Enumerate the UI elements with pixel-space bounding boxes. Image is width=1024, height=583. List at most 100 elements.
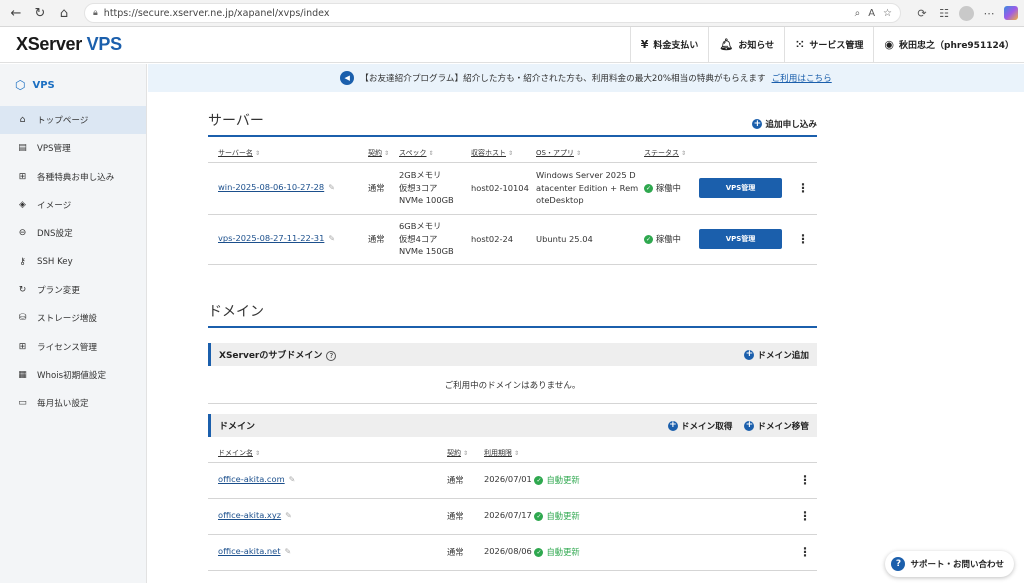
question-icon: ?	[891, 557, 906, 571]
vps-manage-button[interactable]: VPS管理	[699, 178, 782, 198]
sidebar-item-vps[interactable]: ▤ VPS管理	[0, 134, 146, 162]
col-domain-contract[interactable]: 契約 ⇕	[447, 437, 484, 463]
back-icon[interactable]: ←	[6, 3, 26, 23]
plus-icon: +	[744, 420, 755, 431]
col-expiry[interactable]: 利用期限 ⇕	[484, 437, 793, 463]
check-icon: ✓	[534, 476, 544, 486]
edit-icon[interactable]: ✎	[285, 547, 292, 556]
address-bar[interactable]: 🔒︎ https://secure.xserver.ne.jp/xapanel/…	[84, 3, 901, 23]
globe-icon: ⊖	[18, 228, 27, 239]
megaphone-icon: ◀	[340, 71, 355, 85]
edit-icon[interactable]: ✎	[289, 475, 296, 484]
servers-header: サーバー + 追加申し込み	[208, 111, 817, 137]
sidebar-item-benefits[interactable]: ⊞ 各種特典お申し込み	[0, 163, 146, 191]
domain-name-link[interactable]: office-akita.com	[218, 474, 285, 484]
referral-link[interactable]: ご利用はこちら	[772, 72, 832, 84]
read-aloud-icon[interactable]: A	[868, 8, 875, 19]
more-menu-icon[interactable]: ⋮	[793, 534, 817, 571]
server-name-link[interactable]: vps-2025-08-27-11-22-31	[218, 233, 324, 243]
reload-icon[interactable]: ↻	[30, 3, 50, 23]
url-text: https://secure.xserver.ne.jp/xapanel/xvp…	[103, 7, 330, 19]
user-menu[interactable]: ◉ 秋田忠之（phre951124）	[873, 26, 1024, 63]
table-row: win-2025-08-06-10-27-28 ✎ 通常 2GBメモリ 仮想3コア N…	[208, 162, 817, 215]
layers-icon: ◈	[19, 200, 26, 211]
plus-icon: +	[744, 349, 755, 360]
sidebar-item-license[interactable]: ⊞ ライセンス管理	[0, 332, 146, 360]
sidebar-title: ⬡ VPS	[15, 78, 55, 92]
col-status[interactable]: ステータス ⇕	[644, 137, 699, 163]
more-menu-icon[interactable]: ⋮	[793, 462, 817, 499]
more-menu-icon[interactable]: ⋮	[789, 214, 817, 265]
services-link[interactable]: ⁙ サービス管理	[784, 26, 873, 63]
sidebar-item-storage[interactable]: ⛁ ストレージ増設	[0, 304, 146, 332]
key-icon: ⚷	[19, 256, 26, 267]
servers-title: サーバー	[208, 113, 264, 129]
subdomain-header: XServerのサブドメイン? + ドメイン追加	[208, 343, 817, 366]
user-icon: ◉	[884, 38, 895, 51]
col-spec[interactable]: スペック ⇕	[399, 137, 471, 163]
domain-name-link[interactable]: office-akita.xyz	[218, 510, 281, 520]
check-icon: ✓	[644, 235, 653, 245]
favorite-icon[interactable]: ☆	[883, 8, 892, 19]
col-contract[interactable]: 契約 ⇕	[368, 137, 399, 163]
collections-icon[interactable]: ☷	[937, 7, 951, 20]
billing-link[interactable]: ¥ 料金支払い	[629, 26, 709, 63]
edit-icon[interactable]: ✎	[328, 234, 335, 243]
sidebar-item-monthly[interactable]: ▭ 毎月払い設定	[0, 389, 146, 417]
vps-manage-button[interactable]: VPS管理	[699, 229, 782, 249]
transfer-domain-button[interactable]: + ドメイン移管	[744, 420, 809, 432]
add-server-button[interactable]: + 追加申し込み	[752, 118, 817, 130]
server-name-link[interactable]: win-2025-08-06-10-27-28	[218, 182, 324, 192]
sidebar-item-plan[interactable]: ↻ プラン変更	[0, 276, 146, 304]
domains-section: ドメイン XServerのサブドメイン? + ドメイン追加 ご利用中のドメインはあ…	[208, 302, 817, 571]
col-os[interactable]: OS・アプリ ⇕	[536, 137, 644, 163]
table-row: office-akita.com ✎ 通常 2026/07/01 ✓ 自動更新 ⋮	[208, 462, 817, 499]
home-icon[interactable]: ⌂	[54, 3, 74, 23]
cube-icon: ⬡	[15, 78, 26, 92]
col-server-name[interactable]: サーバー名 ⇕	[208, 137, 368, 163]
sidebar-item-ssh[interactable]: ⚷ SSH Key	[0, 247, 146, 275]
domain-name-link[interactable]: office-akita.net	[218, 546, 281, 556]
servers-section: サーバー + 追加申し込み サーバー名 ⇕ 契約 ⇕ スペック ⇕ 収容ホスト ⇕ OS・…	[208, 111, 817, 265]
xserver-vps-logo[interactable]: XServer VPS	[0, 34, 148, 55]
sidebar-item-dns[interactable]: ⊖ DNS設定	[0, 219, 146, 247]
support-button[interactable]: ? サポート・お問い合わせ	[885, 551, 1014, 577]
sidebar-item-top[interactable]: ⌂ トップページ	[0, 106, 146, 135]
check-icon: ✓	[644, 184, 653, 194]
sidebar-item-image[interactable]: ◈ イメージ	[0, 191, 146, 219]
edit-icon[interactable]: ✎	[285, 511, 292, 520]
more-menu-icon[interactable]: ⋮	[793, 498, 817, 535]
domains-header: ドメイン	[208, 302, 817, 328]
grid-icon: ⁙	[795, 38, 805, 51]
home-icon: ⌂	[19, 115, 26, 126]
zoom-icon[interactable]: ⌕	[855, 8, 861, 19]
domains-table: ドメイン名 ⇕ 契約 ⇕ 利用期限 ⇕ office-akita.com ✎ 通常 20…	[208, 437, 817, 571]
extensions-icon[interactable]: ⟳	[915, 7, 929, 20]
add-domain-button[interactable]: + ドメイン追加	[744, 349, 809, 361]
windows-icon: ⊞	[18, 341, 27, 352]
col-domain-name[interactable]: ドメイン名 ⇕	[208, 437, 447, 463]
help-icon[interactable]: ?	[326, 351, 337, 361]
empty-message: ご利用中のドメインはありません。	[208, 366, 817, 404]
auto-renew-badge: ✓ 自動更新	[534, 547, 580, 558]
app-header: XServer VPS ¥ 料金支払い 🔔︎ お知らせ ⁙ サービス管理 ◉ 秋田忠之（…	[0, 26, 1024, 63]
auto-renew-badge: ✓ 自動更新	[534, 511, 580, 522]
status-badge: ✓ 稼働中	[644, 183, 681, 194]
gift-icon: ⊞	[18, 171, 27, 182]
edit-icon[interactable]: ✎	[328, 183, 335, 192]
copilot-icon[interactable]	[1004, 6, 1018, 20]
server-icon: ▤	[18, 143, 27, 154]
notice-link[interactable]: 🔔︎ お知らせ	[708, 26, 784, 63]
servers-table: サーバー名 ⇕ 契約 ⇕ スペック ⇕ 収容ホスト ⇕ OS・アプリ ⇕ ステータス ⇕ w…	[208, 137, 817, 265]
col-host[interactable]: 収容ホスト ⇕	[471, 137, 536, 163]
sidebar-item-whois[interactable]: ▦ Whois初期値設定	[0, 361, 146, 389]
acquire-domain-button[interactable]: + ドメイン取得	[667, 420, 732, 432]
domains-title: ドメイン	[208, 304, 264, 320]
document-icon: ▦	[18, 369, 27, 380]
bell-icon: 🔔︎	[719, 38, 734, 51]
table-row: office-akita.xyz ✎ 通常 2026/07/17 ✓ 自動更新 ⋮	[208, 498, 817, 535]
profile-avatar[interactable]	[959, 5, 974, 21]
more-icon[interactable]: ⋯	[982, 7, 996, 20]
refresh-icon: ↻	[18, 284, 27, 295]
more-menu-icon[interactable]: ⋮	[789, 162, 817, 215]
